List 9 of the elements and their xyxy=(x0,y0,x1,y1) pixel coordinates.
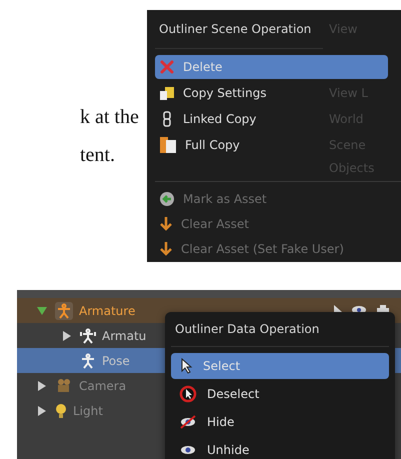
row-label: Camera xyxy=(79,378,126,392)
row-label: Armature xyxy=(79,304,136,318)
body-text: k at the xyxy=(80,105,139,130)
menu-title: Outliner Data Operation xyxy=(171,312,389,347)
row-label: Light xyxy=(73,404,103,418)
row-label: Armatu xyxy=(102,328,146,342)
row-label: Pose xyxy=(102,354,130,368)
menu-title: Outliner Scene Operation xyxy=(155,10,323,48)
body-text: tent. xyxy=(80,143,115,168)
